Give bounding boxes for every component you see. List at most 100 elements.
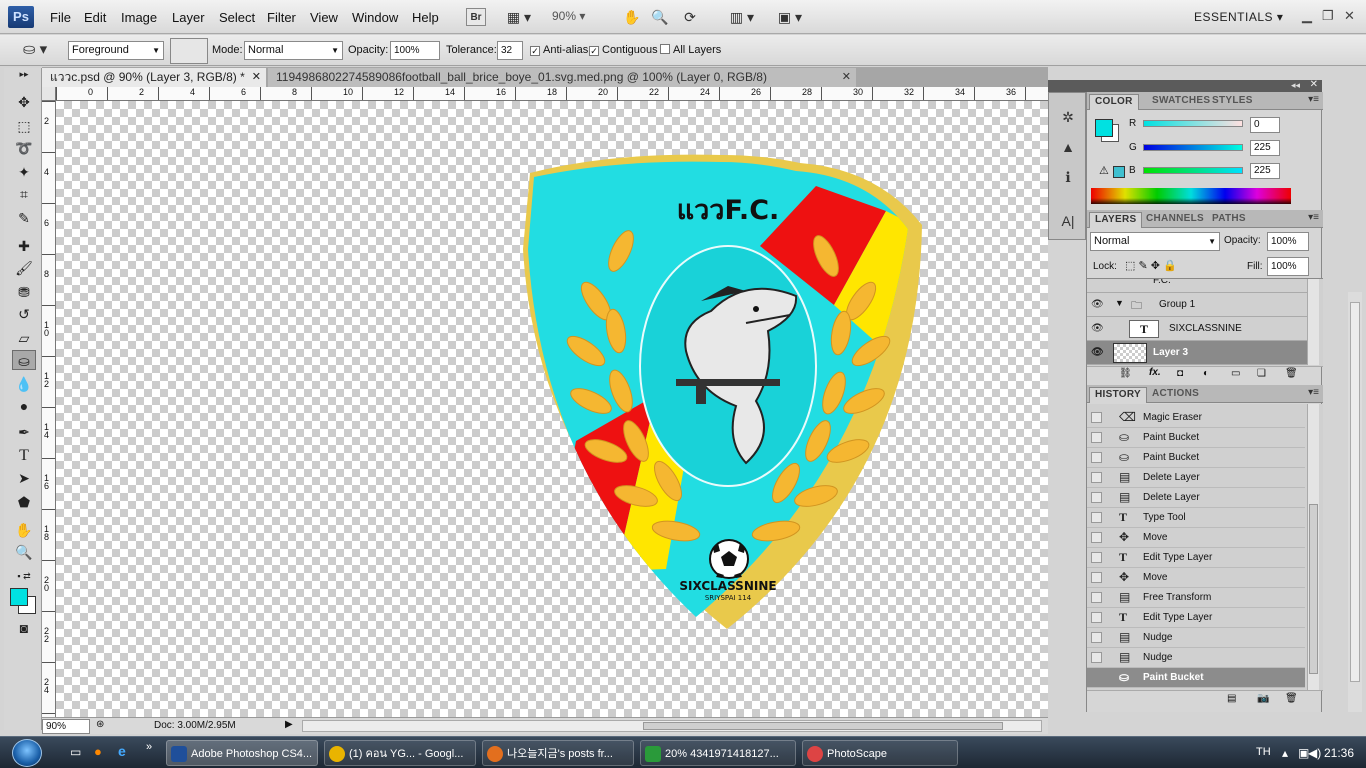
panel-menu-icon[interactable]: ▾≡ bbox=[1308, 212, 1319, 223]
tab-color[interactable]: COLOR bbox=[1089, 94, 1139, 110]
blur-tool-icon[interactable]: 💧 bbox=[12, 374, 36, 394]
history-step[interactable]: ⛀ Paint Bucket bbox=[1087, 428, 1305, 448]
rotate-view-icon[interactable]: ⟳ bbox=[680, 8, 700, 26]
zoom-tool-icon[interactable]: 🔍 bbox=[12, 542, 36, 562]
red-value-field[interactable]: 0 bbox=[1250, 117, 1280, 133]
swap-colors-icon[interactable]: ▪ ⇄ bbox=[12, 566, 36, 586]
menu-help[interactable]: Help bbox=[412, 10, 439, 25]
panel-menu-icon[interactable]: ▾≡ bbox=[1308, 387, 1319, 398]
type-tool-icon[interactable]: T bbox=[12, 446, 36, 466]
task-firefox[interactable]: 나오늘지금's posts fr... bbox=[482, 740, 634, 766]
tab-paths[interactable]: PATHS bbox=[1207, 212, 1251, 228]
crop-tool-icon[interactable]: ⌗ bbox=[12, 184, 36, 204]
anti-alias-checkbox[interactable]: ✓ Anti-alias bbox=[530, 44, 588, 56]
fx-icon[interactable]: fx. bbox=[1149, 367, 1161, 378]
layer-row-type[interactable]: 👁 T SIXCLASSNINE bbox=[1087, 317, 1307, 341]
all-layers-checkbox[interactable]: All Layers bbox=[660, 44, 721, 56]
scrollbar-thumb[interactable] bbox=[1350, 302, 1360, 682]
clock[interactable]: 21:36 bbox=[1324, 746, 1354, 760]
history-step[interactable]: ⌫ Magic Eraser bbox=[1087, 408, 1305, 428]
language-indicator[interactable]: TH bbox=[1256, 746, 1271, 758]
status-info-icon[interactable]: ⊛ bbox=[96, 719, 104, 730]
history-step[interactable]: ▤ Nudge bbox=[1087, 628, 1305, 648]
document-canvas[interactable]: แววF.C. SIXCLASSNINE SRIYSPAI 114 bbox=[56, 101, 1048, 717]
bridge-button[interactable]: Br bbox=[466, 8, 486, 26]
tab-layers[interactable]: LAYERS bbox=[1089, 212, 1143, 228]
menu-layer[interactable]: Layer bbox=[172, 10, 205, 25]
menu-image[interactable]: Image bbox=[121, 10, 157, 25]
green-slider[interactable] bbox=[1143, 144, 1243, 151]
green-value-field[interactable]: 225 bbox=[1250, 140, 1280, 156]
collapse-panels-icon[interactable]: ◂◂ bbox=[1291, 80, 1300, 91]
new-document-from-state-icon[interactable]: ▤ bbox=[1227, 693, 1236, 704]
move-tool-icon[interactable]: ✥ bbox=[12, 92, 36, 112]
eyedropper-tool-icon[interactable]: ✎ bbox=[12, 208, 36, 228]
lock-icons[interactable]: ⬚ ✎ ✥ 🔒 bbox=[1125, 259, 1177, 272]
history-step[interactable]: ▤ Nudge bbox=[1087, 648, 1305, 668]
history-step[interactable]: ✥ Move bbox=[1087, 528, 1305, 548]
horizontal-scrollbar[interactable] bbox=[302, 720, 1042, 732]
screen-mode-icon[interactable]: ▣ ▾ bbox=[772, 8, 808, 26]
hand-tool-icon[interactable]: ✋ bbox=[12, 520, 36, 540]
navigator-icon[interactable]: ✲ bbox=[1057, 107, 1079, 127]
layer-row-group[interactable]: 👁 ▼ 🗀 Group 1 bbox=[1087, 293, 1307, 317]
show-desktop-icon[interactable]: ▭ bbox=[70, 745, 81, 759]
history-scrollbar[interactable] bbox=[1307, 404, 1319, 690]
layer-opacity-field[interactable]: 100% bbox=[1267, 232, 1309, 251]
paint-bucket-tool-icon[interactable]: ⛀ bbox=[12, 350, 36, 370]
task-chrome[interactable]: (1) คอน YG... - Googl... bbox=[324, 740, 476, 766]
task-download[interactable]: 20% 4341971418127... bbox=[640, 740, 796, 766]
color-spectrum-ramp[interactable] bbox=[1091, 188, 1291, 204]
restore-icon[interactable]: ❐ bbox=[1322, 8, 1334, 24]
right-edge-scrollbar[interactable] bbox=[1348, 292, 1362, 712]
delete-layer-icon[interactable]: 🗑 bbox=[1285, 368, 1298, 379]
adjustment-layer-icon[interactable]: ◐ bbox=[1203, 368, 1209, 379]
layer-row-selected[interactable]: 👁 Layer 3 bbox=[1087, 341, 1307, 365]
lasso-tool-icon[interactable]: ➰ bbox=[12, 138, 36, 158]
red-slider[interactable] bbox=[1143, 120, 1243, 127]
dodge-tool-icon[interactable]: ● bbox=[12, 396, 36, 416]
view-extras-icon[interactable]: ▦ ▾ bbox=[502, 8, 536, 26]
foreground-color-swatch[interactable] bbox=[10, 588, 28, 606]
fill-source-dropdown[interactable]: Foreground ▼ bbox=[68, 41, 164, 60]
collapse-toolbox-icon[interactable]: ▸▸ bbox=[12, 70, 36, 79]
history-step[interactable]: ⛀ Paint Bucket bbox=[1087, 448, 1305, 468]
tolerance-field[interactable]: 32 bbox=[497, 41, 523, 60]
blue-value-field[interactable]: 225 bbox=[1250, 163, 1280, 179]
zoom-field[interactable]: 90% bbox=[42, 719, 90, 734]
start-button[interactable] bbox=[12, 739, 42, 767]
pen-tool-icon[interactable]: ✒ bbox=[12, 422, 36, 442]
status-menu-arrow-icon[interactable]: ▶ bbox=[285, 719, 293, 730]
tab-swatches[interactable]: SWATCHES bbox=[1147, 94, 1215, 110]
panel-menu-icon[interactable]: ▾≡ bbox=[1308, 94, 1319, 105]
menu-file[interactable]: File bbox=[50, 10, 71, 25]
history-step-current[interactable]: ⛀ Paint Bucket bbox=[1087, 668, 1305, 688]
shape-tool-icon[interactable]: ⬟ bbox=[12, 492, 36, 512]
hand-tool-icon[interactable]: ✋ bbox=[622, 8, 642, 26]
history-step[interactable]: ✥ Move bbox=[1087, 568, 1305, 588]
mode-dropdown[interactable]: Normal ▼ bbox=[244, 41, 343, 60]
new-layer-icon[interactable]: ❏ bbox=[1257, 368, 1266, 379]
quicklaunch-more-icon[interactable]: » bbox=[146, 741, 152, 753]
visibility-eye-icon[interactable]: 👁 bbox=[1091, 323, 1104, 334]
opacity-field[interactable]: 100% bbox=[390, 41, 440, 60]
add-mask-icon[interactable]: ◘ bbox=[1177, 368, 1183, 379]
menu-edit[interactable]: Edit bbox=[84, 10, 106, 25]
history-step[interactable]: T Edit Type Layer bbox=[1087, 608, 1305, 628]
tab-styles[interactable]: STYLES bbox=[1207, 94, 1258, 110]
paint-bucket-preset-icon[interactable]: ⛀ ▾ bbox=[18, 41, 52, 59]
menu-view[interactable]: View bbox=[310, 10, 338, 25]
minimize-icon[interactable]: ▁ bbox=[1302, 8, 1312, 24]
eraser-tool-icon[interactable]: ▱ bbox=[12, 328, 36, 348]
history-step[interactable]: T Edit Type Layer bbox=[1087, 548, 1305, 568]
layer-row-partial[interactable]: F.C. bbox=[1087, 279, 1307, 293]
scrollbar-thumb[interactable] bbox=[643, 722, 1003, 730]
history-step[interactable]: ▤ Free Transform bbox=[1087, 588, 1305, 608]
tab-channels[interactable]: CHANNELS bbox=[1141, 212, 1209, 228]
firefox-quicklaunch-icon[interactable]: ● bbox=[94, 744, 102, 759]
blue-slider[interactable] bbox=[1143, 167, 1243, 174]
task-photoscape[interactable]: PhotoScape bbox=[802, 740, 958, 766]
delete-state-icon[interactable]: 🗑 bbox=[1285, 693, 1298, 704]
new-group-icon[interactable]: ▭ bbox=[1231, 368, 1240, 379]
tab-document-2[interactable]: 1194986802274589086football_ball_brice_b… bbox=[268, 68, 856, 87]
